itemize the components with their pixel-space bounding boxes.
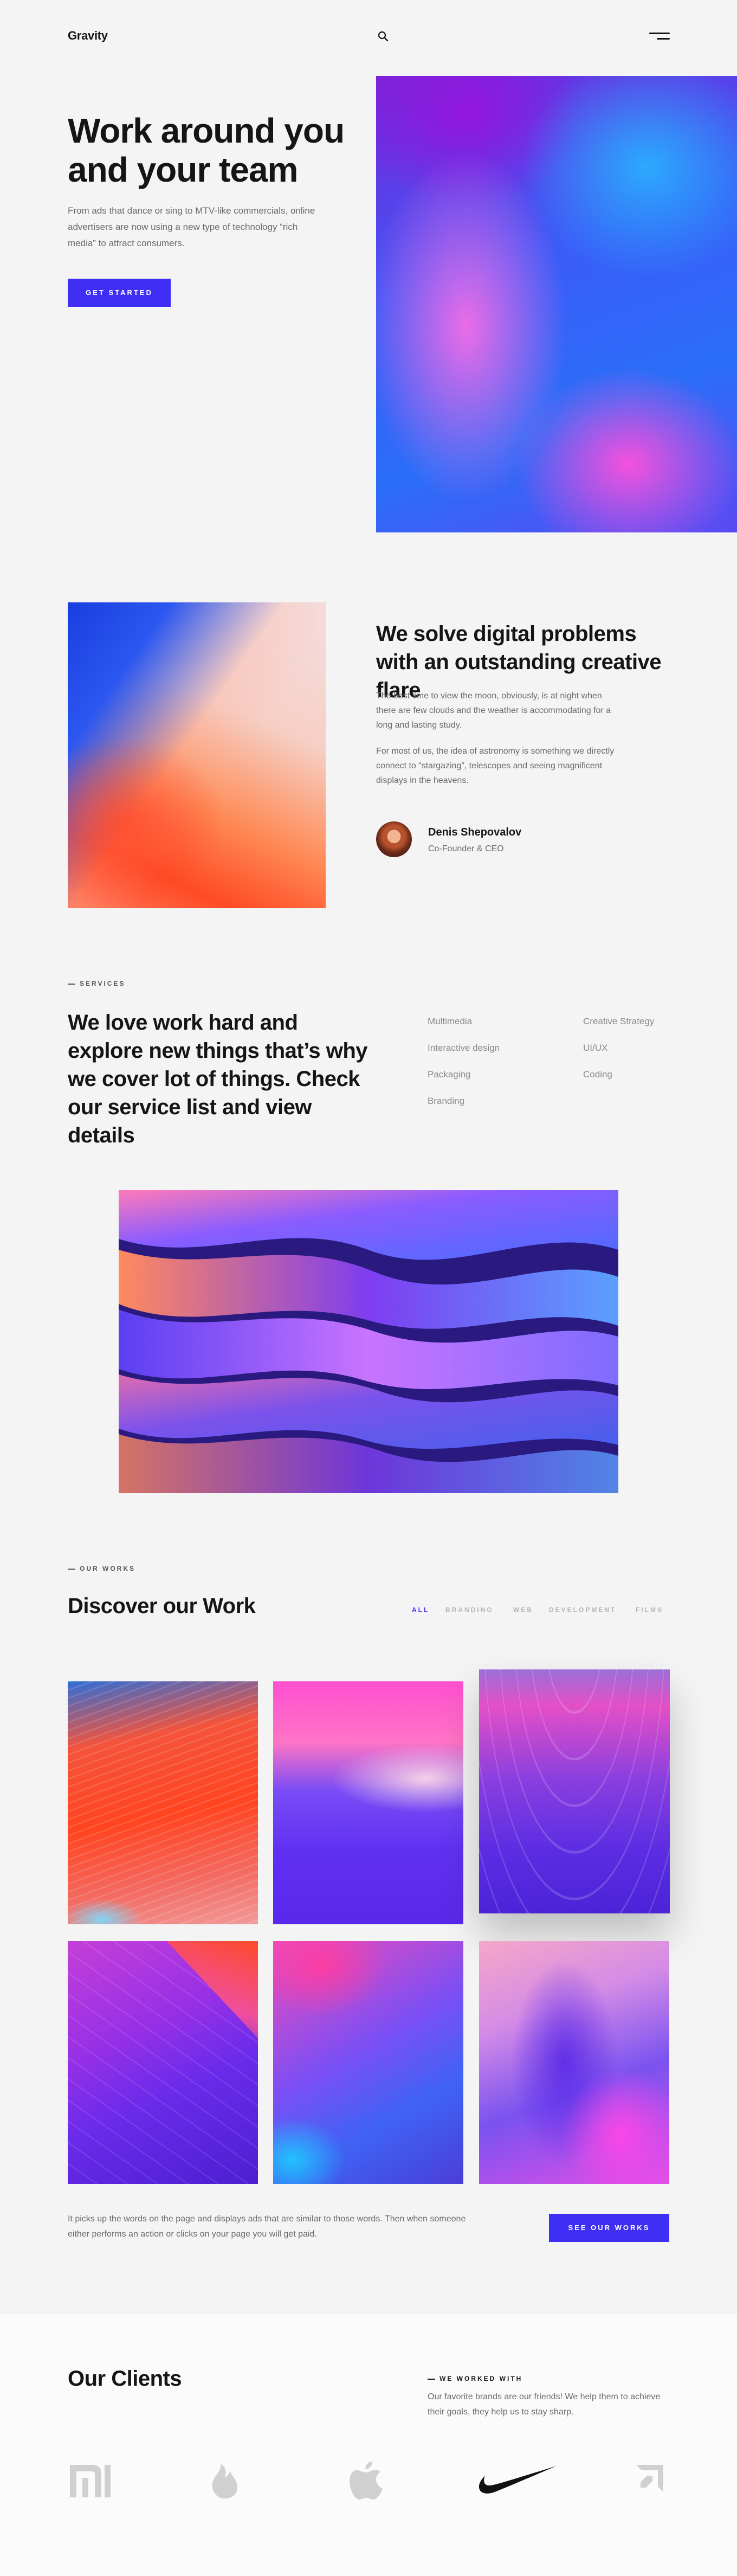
service-item-coding[interactable]: Coding bbox=[583, 1069, 612, 1080]
tinder-logo bbox=[212, 2464, 238, 2498]
works-eyebrow: OUR WORKS bbox=[68, 1565, 135, 1572]
about-paragraph: For most of us, the idea of astronomy is… bbox=[376, 747, 615, 785]
work-card[interactable] bbox=[273, 1681, 463, 1924]
avatar bbox=[376, 821, 412, 857]
clients-section bbox=[0, 2314, 737, 2576]
service-item-packaging[interactable]: Packaging bbox=[428, 1069, 470, 1080]
works-title: Discover our Work bbox=[68, 1594, 256, 1618]
filter-films[interactable]: FILMS bbox=[636, 1606, 663, 1614]
services-title: We love work hard and explore new things… bbox=[68, 1011, 368, 1147]
service-item-branding[interactable]: Branding bbox=[428, 1096, 464, 1107]
work-card[interactable] bbox=[68, 1941, 258, 2184]
apple-logo bbox=[350, 2462, 383, 2500]
about-paragraph: The best time to view the moon, obviousl… bbox=[376, 691, 611, 730]
filter-all[interactable]: ALL bbox=[412, 1606, 429, 1614]
work-card[interactable] bbox=[68, 1681, 258, 1924]
service-item-ui-ux[interactable]: UI/UX bbox=[583, 1043, 607, 1053]
work-card[interactable] bbox=[479, 1941, 669, 2184]
amd-logo bbox=[636, 2465, 663, 2492]
works-description: It picks up the words on the page and di… bbox=[68, 2214, 466, 2239]
logo[interactable]: Gravity bbox=[68, 29, 108, 43]
service-item-creative-strategy[interactable]: Creative Strategy bbox=[583, 1016, 654, 1027]
author-name: Denis Shepovalov bbox=[428, 826, 522, 838]
abstract-waves-image bbox=[119, 1190, 618, 1493]
xiaomi-logo bbox=[70, 2465, 111, 2497]
service-item-multimedia[interactable]: Multimedia bbox=[428, 1016, 472, 1027]
get-started-button[interactable]: GET STARTED bbox=[68, 279, 171, 307]
hero-gradient-image bbox=[376, 76, 737, 532]
filter-development[interactable]: DEVELOPMENT bbox=[549, 1606, 616, 1614]
service-item-interactive-design[interactable]: Interactive design bbox=[428, 1043, 500, 1053]
about-gradient-image bbox=[68, 602, 326, 908]
see-our-works-button[interactable]: SEE OUR WORKS bbox=[549, 2214, 669, 2242]
work-card[interactable] bbox=[479, 1669, 670, 1913]
services-eyebrow: SERVICES bbox=[68, 980, 125, 987]
nike-logo bbox=[479, 2466, 557, 2494]
work-card[interactable] bbox=[273, 1941, 463, 2184]
hero-title: Work around you and your team bbox=[68, 111, 345, 189]
clients-description: Our favorite brands are our friends! We … bbox=[428, 2392, 661, 2417]
author-role: Co-Founder & CEO bbox=[428, 844, 504, 853]
clients-eyebrow: WE WORKED WITH bbox=[428, 2375, 522, 2382]
search-icon[interactable] bbox=[378, 31, 389, 42]
clients-title: Our Clients bbox=[68, 2367, 182, 2391]
filter-web[interactable]: WEB bbox=[513, 1606, 533, 1614]
hamburger-menu-icon[interactable] bbox=[649, 33, 670, 40]
filter-branding[interactable]: BRANDING bbox=[445, 1606, 494, 1614]
hero-description: From ads that dance or sing to MTV-like … bbox=[68, 205, 315, 248]
